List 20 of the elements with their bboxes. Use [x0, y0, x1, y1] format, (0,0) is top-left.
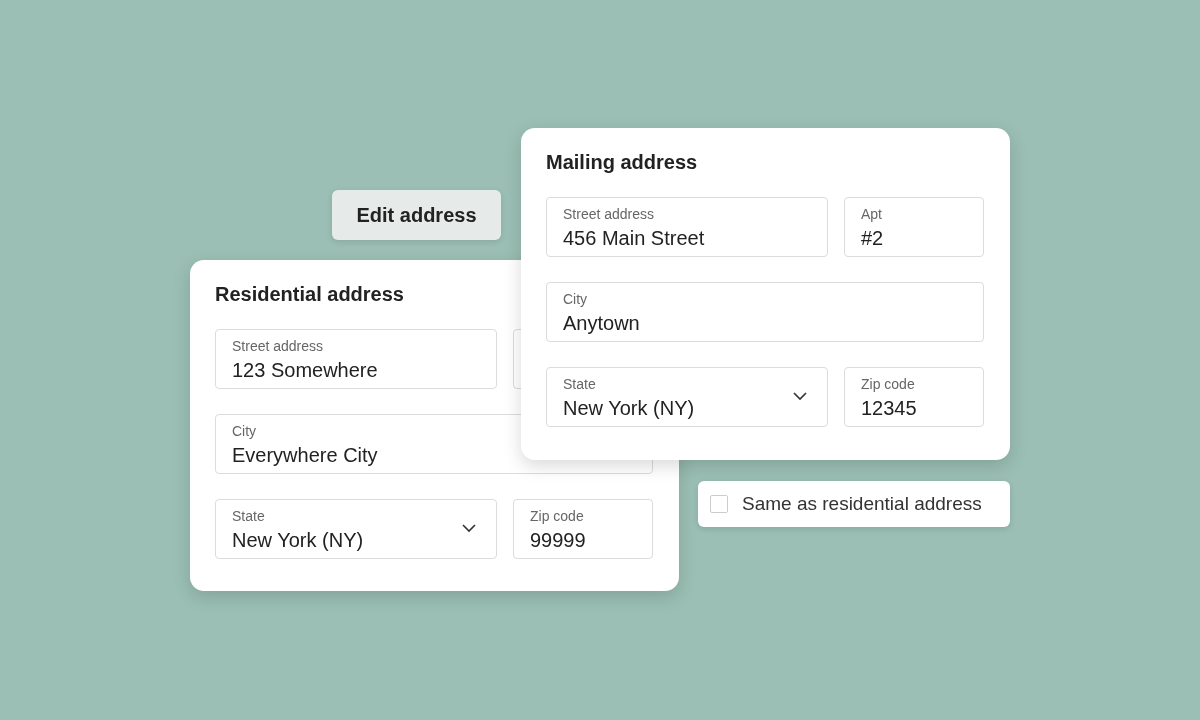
field-value: New York (NY) — [232, 528, 364, 553]
field-value: Everywhere City — [232, 443, 378, 468]
field-label: City — [232, 422, 258, 440]
field-label: State — [563, 375, 597, 393]
field-value: 99999 — [530, 528, 586, 553]
field-label: Zip code — [530, 507, 585, 525]
field-value: #2 — [861, 226, 884, 251]
field-label: Street address — [232, 337, 325, 355]
field-value: 123 Somewhere — [232, 358, 378, 383]
checkbox-label: Same as residential address — [742, 493, 982, 515]
field-label: Apt — [861, 205, 883, 223]
field-value: 12345 — [861, 396, 917, 421]
field-value: Anytown — [563, 311, 640, 336]
field-label: Zip code — [861, 375, 916, 393]
card-title: Mailing address — [546, 150, 698, 174]
field-label: Street address — [563, 205, 656, 223]
card-title: Residential address — [215, 282, 404, 306]
field-value: 456 Main Street — [563, 226, 705, 251]
field-label: State — [232, 507, 266, 525]
field-label: City — [563, 290, 589, 308]
